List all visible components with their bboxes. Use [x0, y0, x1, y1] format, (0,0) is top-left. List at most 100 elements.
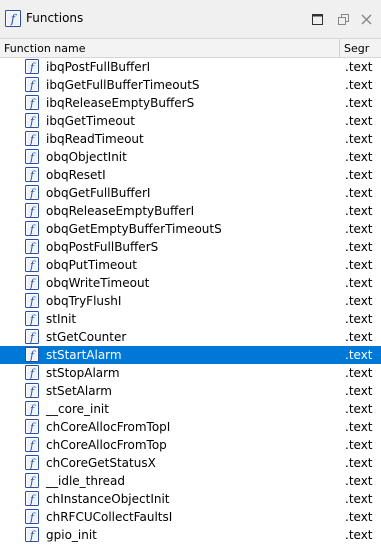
- function-name: ibqReadTimeout: [46, 132, 144, 146]
- table-row[interactable]: f stInit .text: [0, 310, 381, 328]
- table-row[interactable]: f obqObjectInit .text: [0, 148, 381, 166]
- table-row[interactable]: f chInstanceObjectInit .text: [0, 490, 381, 508]
- segment-name: .text: [345, 96, 373, 110]
- segment-name: .text: [345, 456, 373, 470]
- segment-name: .text: [345, 330, 373, 344]
- segment-name: .text: [345, 78, 373, 92]
- function-icon: f: [25, 257, 39, 272]
- table-row[interactable]: f obqPostFullBufferS .text: [0, 238, 381, 256]
- function-icon: f: [25, 293, 39, 308]
- segment-name: .text: [345, 420, 373, 434]
- function-icon: f: [25, 383, 39, 398]
- table-row[interactable]: f __idle_thread .text: [0, 472, 381, 490]
- table-row[interactable]: f ibqGetTimeout .text: [0, 112, 381, 130]
- function-icon: f: [25, 527, 39, 542]
- title-bar[interactable]: f Functions: [0, 0, 381, 38]
- function-icon: f: [25, 239, 39, 254]
- function-icon: f: [25, 491, 39, 506]
- function-icon: f: [25, 185, 39, 200]
- function-name: obqReleaseEmptyBufferI: [46, 204, 195, 218]
- table-row[interactable]: f ibqGetFullBufferTimeoutS .text: [0, 76, 381, 94]
- column-divider[interactable]: [339, 39, 340, 58]
- segment-name: .text: [345, 348, 373, 362]
- function-name: stSetAlarm: [46, 384, 112, 398]
- segment-name: .text: [345, 168, 373, 182]
- segment-name: .text: [345, 132, 373, 146]
- segment-name: .text: [345, 492, 373, 506]
- segment-name: .text: [345, 240, 373, 254]
- function-icon: f: [5, 10, 21, 27]
- segment-name: .text: [345, 258, 373, 272]
- table-row[interactable]: f obqGetFullBufferI .text: [0, 184, 381, 202]
- function-icon: f: [25, 95, 39, 110]
- function-icon: f: [25, 347, 39, 362]
- table-row[interactable]: f stGetCounter .text: [0, 328, 381, 346]
- table-row[interactable]: f chCoreAllocFromTopI .text: [0, 418, 381, 436]
- table-row[interactable]: f obqTryFlushI .text: [0, 292, 381, 310]
- restore-icon[interactable]: [338, 14, 349, 25]
- segment-name: .text: [345, 204, 373, 218]
- function-name: obqObjectInit: [46, 150, 127, 164]
- table-row[interactable]: f chCoreGetStatusX .text: [0, 454, 381, 472]
- table-row[interactable]: f stStopAlarm .text: [0, 364, 381, 382]
- table-row[interactable]: f obqPutTimeout .text: [0, 256, 381, 274]
- table-row[interactable]: f obqWriteTimeout .text: [0, 274, 381, 292]
- segment-name: .text: [345, 402, 373, 416]
- close-icon[interactable]: [361, 14, 372, 25]
- function-name: stInit: [46, 312, 77, 326]
- function-icon: f: [25, 77, 39, 92]
- table-row[interactable]: f gpio_init .text: [0, 526, 381, 544]
- table-row[interactable]: f obqGetEmptyBufferTimeoutS .text: [0, 220, 381, 238]
- table-row[interactable]: f ibqReleaseEmptyBufferS .text: [0, 94, 381, 112]
- segment-name: .text: [345, 312, 373, 326]
- function-name: ibqGetTimeout: [46, 114, 135, 128]
- segment-name: .text: [345, 186, 373, 200]
- function-name: __core_init: [46, 402, 109, 416]
- table-row[interactable]: f ibqPostFullBufferI .text: [0, 58, 381, 76]
- segment-name: .text: [345, 60, 373, 74]
- function-icon: f: [25, 419, 39, 434]
- segment-name: .text: [345, 366, 373, 380]
- table-row[interactable]: f chRFCUCollectFaultsI .text: [0, 508, 381, 526]
- function-name: ibqReleaseEmptyBufferS: [46, 96, 195, 110]
- function-name: chRFCUCollectFaultsI: [46, 510, 173, 524]
- table-row[interactable]: f stSetAlarm .text: [0, 382, 381, 400]
- function-name: obqWriteTimeout: [46, 276, 150, 290]
- table-row[interactable]: f stStartAlarm .text: [0, 346, 381, 364]
- segment-name: .text: [345, 510, 373, 524]
- function-name: __idle_thread: [46, 474, 126, 488]
- segment-name: .text: [345, 384, 373, 398]
- function-icon: f: [25, 203, 39, 218]
- segment-name: .text: [345, 114, 373, 128]
- function-name: gpio_init: [46, 528, 97, 542]
- function-icon: f: [25, 113, 39, 128]
- function-icon: f: [25, 149, 39, 164]
- segment-name: .text: [345, 474, 373, 488]
- column-header: Function name Segr: [0, 38, 381, 58]
- function-name: chInstanceObjectInit: [46, 492, 170, 506]
- table-row[interactable]: f obqResetI .text: [0, 166, 381, 184]
- function-icon: f: [25, 401, 39, 416]
- functions-list[interactable]: f ibqPostFullBufferI .text f ibqGetFullBuffe…: [0, 58, 381, 545]
- window-title: Functions: [26, 11, 84, 25]
- maximize-icon[interactable]: [312, 14, 323, 25]
- functions-window: f Functions Function name Segr f ibqPostF…: [0, 0, 381, 545]
- function-name: obqTryFlushI: [46, 294, 122, 308]
- function-name: ibqPostFullBufferI: [46, 60, 151, 74]
- table-row[interactable]: f obqReleaseEmptyBufferI .text: [0, 202, 381, 220]
- table-row[interactable]: f ibqReadTimeout .text: [0, 130, 381, 148]
- function-name: obqGetFullBufferI: [46, 186, 151, 200]
- table-row[interactable]: f chCoreAllocFromTop .text: [0, 436, 381, 454]
- function-icon: f: [25, 59, 39, 74]
- function-name: obqGetEmptyBufferTimeoutS: [46, 222, 222, 236]
- function-icon: f: [25, 131, 39, 146]
- table-row[interactable]: f __core_init .text: [0, 400, 381, 418]
- function-name: chCoreAllocFromTop: [46, 438, 167, 452]
- function-icon: f: [25, 509, 39, 524]
- segment-name: .text: [345, 294, 373, 308]
- column-segment[interactable]: Segr: [344, 42, 369, 55]
- segment-name: .text: [345, 222, 373, 236]
- column-function-name[interactable]: Function name: [4, 42, 85, 55]
- segment-name: .text: [345, 438, 373, 452]
- function-name: ibqGetFullBufferTimeoutS: [46, 78, 200, 92]
